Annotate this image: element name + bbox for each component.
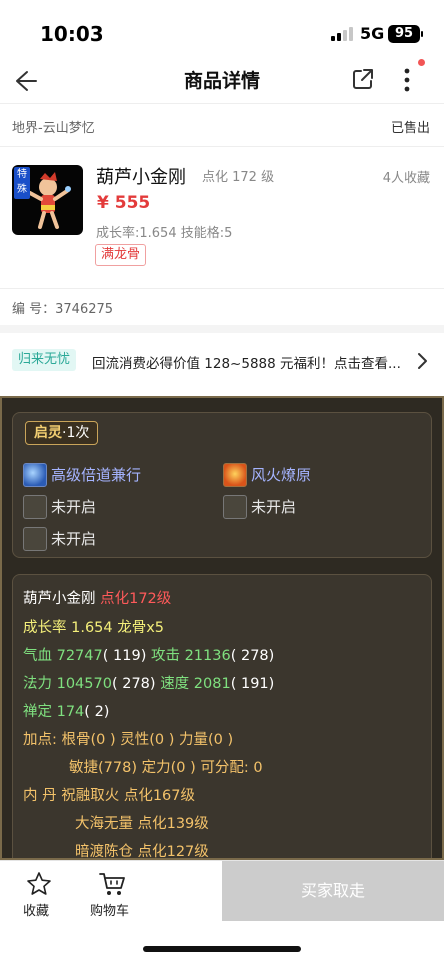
buy-button[interactable]: 买家取走 xyxy=(222,861,444,921)
neidan-item: 暗渡陈仓 点化127级 xyxy=(75,844,209,860)
pet-thumbnail[interactable]: 特殊 xyxy=(12,165,83,235)
neidan-line1: 内 丹 祝融取火 点化167级 xyxy=(23,784,195,805)
pet-points-line1: 加点: 根骨(0 ) 灵性(0 ) 力量(0 ) xyxy=(23,732,234,748)
locked-skill-icon xyxy=(23,527,47,551)
pet-name-line: 葫芦小金刚 点化172级 xyxy=(23,587,171,608)
more-options-icon[interactable] xyxy=(396,66,418,94)
pet-focus-line: 禅定 174( 2) xyxy=(23,700,109,721)
signal-icon xyxy=(331,27,355,41)
neidan-item: 大海无量 点化139级 xyxy=(75,816,209,832)
atk-extra: ( 278) xyxy=(230,648,275,664)
spirit-skill-3[interactable]: 未开启 xyxy=(23,495,203,519)
spirit-header: 启灵·1次 xyxy=(25,421,99,445)
pet-attributes: 葫芦小金刚 点化172级 成长率 1.654 龙骨x5 气血 72747( 11… xyxy=(12,574,432,860)
skill-label: 未开启 xyxy=(51,498,97,516)
promo-text: 回流消费必得价值 128~5888 元福利！点击查看... xyxy=(92,356,401,372)
section-divider xyxy=(0,325,444,333)
spirit-title: 启灵 xyxy=(34,425,62,441)
skill-label: 高级倍道兼行 xyxy=(51,466,142,484)
cart-button[interactable]: 购物车 xyxy=(88,869,138,919)
spd-label: 速度 xyxy=(160,676,190,692)
favorite-button[interactable]: 收藏 xyxy=(18,869,58,919)
server-name: 地界-云山梦忆 xyxy=(12,121,95,136)
favorite-label: 收藏 xyxy=(23,904,50,919)
price: ¥ 555 xyxy=(97,193,151,213)
skill-label: 风火燎原 xyxy=(251,466,312,484)
speed-skill-icon xyxy=(23,463,47,487)
product-level: 点化 172 级 xyxy=(202,170,275,185)
bottom-action-bar: 收藏 购物车 买家取走 xyxy=(0,860,444,960)
locked-skill-icon xyxy=(23,495,47,519)
spirit-skill-4[interactable]: 未开启 xyxy=(223,495,403,519)
hp-extra: ( 119) xyxy=(102,648,147,664)
mp-label: 法力 xyxy=(23,676,52,692)
pet-points-line2: 敏捷(778) 定力(0 ) 可分配: 0 xyxy=(69,760,263,776)
share-icon[interactable] xyxy=(350,66,376,92)
mp-value: 104570 xyxy=(56,676,112,692)
network-label: 5G xyxy=(360,24,385,43)
pet-level: 点化172级 xyxy=(100,591,172,607)
spirit-section: 启灵·1次 高级倍道兼行 风火燎原 未开启 未开启 未开启 xyxy=(12,412,432,558)
spirit-skill-2[interactable]: 风火燎原 xyxy=(223,463,403,487)
pet-growth: 成长率 1.654 龙骨x5 xyxy=(23,620,165,636)
pet-name: 葫芦小金刚 xyxy=(23,591,96,607)
spd-value: 2081 xyxy=(193,676,231,692)
notification-dot xyxy=(418,59,425,66)
home-indicator xyxy=(143,946,301,952)
chevron-right-icon xyxy=(418,353,427,369)
locked-skill-icon xyxy=(223,495,247,519)
hp-value: 72747 xyxy=(56,648,103,664)
mp-extra: ( 278) xyxy=(111,676,156,692)
neidan-item: 祝融取火 点化167级 xyxy=(61,788,196,804)
product-card: 特殊 葫芦小金刚 点化 172 级 4人收藏 ¥ 555 成长率:1.654 技… xyxy=(0,148,444,288)
battery-icon: 95 xyxy=(388,25,423,43)
spirit-skill-5[interactable]: 未开启 xyxy=(23,527,203,551)
spirit-count: ·1次 xyxy=(62,425,90,441)
status-time: 10:03 xyxy=(40,22,104,46)
page-title: 商品详情 xyxy=(183,70,260,92)
promo-tag: 归来无忧 xyxy=(12,349,77,371)
atk-value: 21136 xyxy=(184,648,231,664)
hp-label: 气血 xyxy=(23,648,52,664)
game-detail-panel: 启灵·1次 高级倍道兼行 风火燎原 未开启 未开启 未开启 葫芦小金刚 点化17… xyxy=(0,396,444,860)
focus-value: 174 xyxy=(56,704,85,720)
neidan-label: 内 丹 xyxy=(23,788,57,804)
special-badge: 特殊 xyxy=(14,167,30,199)
status-bar: 10:03 5G 95 xyxy=(0,0,444,60)
spd-extra: ( 191) xyxy=(230,676,275,692)
atk-label: 攻击 xyxy=(150,648,180,664)
skill-label: 未开启 xyxy=(51,530,97,548)
pet-mp-spd-line: 法力 104570( 278) 速度 2081( 191) xyxy=(23,672,274,693)
serial-row: 编 号：3746275 xyxy=(0,288,444,324)
fire-skill-icon xyxy=(223,463,247,487)
spirit-skill-1[interactable]: 高级倍道兼行 xyxy=(23,463,203,487)
focus-label: 禅定 xyxy=(23,704,52,720)
shopping-cart-icon xyxy=(99,873,125,895)
serial-number: 编 号：3746275 xyxy=(12,302,114,317)
feature-tag: 满龙骨 xyxy=(95,244,147,266)
nav-bar: 商品详情 xyxy=(0,60,444,104)
favorite-count: 4人收藏 xyxy=(382,171,430,186)
product-stats: 成长率:1.654 技能格:5 xyxy=(96,226,233,241)
skill-label: 未开启 xyxy=(251,498,297,516)
server-row: 地界-云山梦忆 已售出 xyxy=(0,105,444,147)
pet-hp-atk-line: 气血 72747( 119) 攻击 21136( 278) xyxy=(23,644,274,665)
cart-label: 购物车 xyxy=(90,904,130,919)
star-icon xyxy=(27,872,51,895)
sold-status: 已售出 xyxy=(390,121,430,136)
promo-banner[interactable]: 归来无忧 回流消费必得价值 128~5888 元福利！点击查看... xyxy=(0,333,444,389)
focus-extra: ( 2) xyxy=(84,704,110,720)
product-name: 葫芦小金刚 xyxy=(96,167,186,188)
